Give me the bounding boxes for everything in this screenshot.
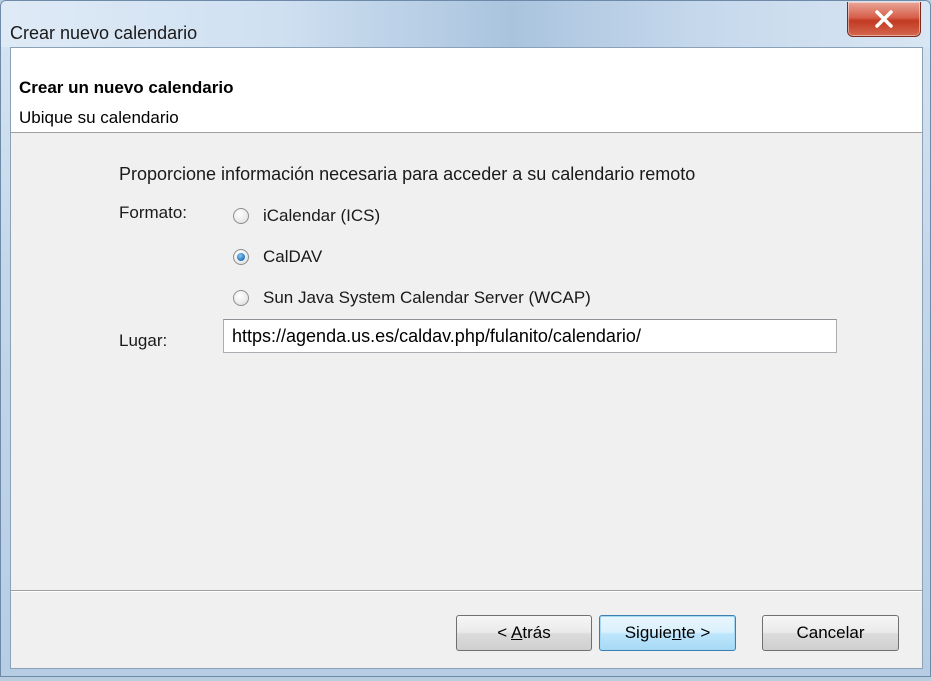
format-label: Formato: bbox=[119, 203, 188, 222]
close-x-icon bbox=[875, 10, 893, 28]
window-title: Crear nuevo calendario bbox=[10, 23, 198, 43]
cancel-button[interactable]: Cancelar bbox=[762, 615, 899, 651]
next-button[interactable]: Siguiente > bbox=[599, 615, 736, 651]
radio-label-caldav: CalDAV bbox=[263, 247, 323, 266]
wizard-header: Crear un nuevo calendario Ubique su cale… bbox=[11, 48, 922, 133]
next-button-label-prefix: Siguie bbox=[624, 623, 672, 642]
page-subtitle: Ubique su calendario bbox=[19, 108, 179, 127]
radio-button-ics[interactable] bbox=[233, 208, 249, 224]
intro-text: Proporcione información necesaria para a… bbox=[119, 164, 696, 184]
footer-divider bbox=[11, 590, 922, 592]
back-button-mnemonic: A bbox=[511, 623, 523, 642]
back-button[interactable]: < Atrás bbox=[456, 615, 592, 651]
next-button-label-suffix: te > bbox=[681, 623, 711, 642]
dialog-client-area: Crear un nuevo calendario Ubique su cale… bbox=[10, 47, 923, 669]
radio-label-ics: iCalendar (ICS) bbox=[263, 206, 381, 225]
radio-label-wcap: Sun Java System Calendar Server (WCAP) bbox=[263, 288, 591, 307]
place-label: Lugar: bbox=[119, 331, 168, 350]
page-title: Crear un nuevo calendario bbox=[19, 78, 234, 97]
radio-button-wcap[interactable] bbox=[233, 290, 249, 306]
radio-wcap[interactable]: Sun Java System Calendar Server (WCAP) bbox=[233, 288, 591, 308]
dialog-window: Crear nuevo calendario Crear un nuevo ca… bbox=[0, 0, 931, 677]
place-url-input[interactable] bbox=[223, 319, 837, 353]
radio-caldav[interactable]: CalDAV bbox=[233, 247, 322, 267]
radio-ics[interactable]: iCalendar (ICS) bbox=[233, 206, 380, 226]
close-button[interactable] bbox=[847, 2, 921, 37]
radio-button-caldav[interactable] bbox=[233, 249, 249, 265]
back-button-label-suffix: trás bbox=[522, 623, 551, 642]
back-button-label-prefix: < bbox=[497, 623, 512, 642]
title-bar[interactable]: Crear nuevo calendario bbox=[1, 1, 930, 47]
